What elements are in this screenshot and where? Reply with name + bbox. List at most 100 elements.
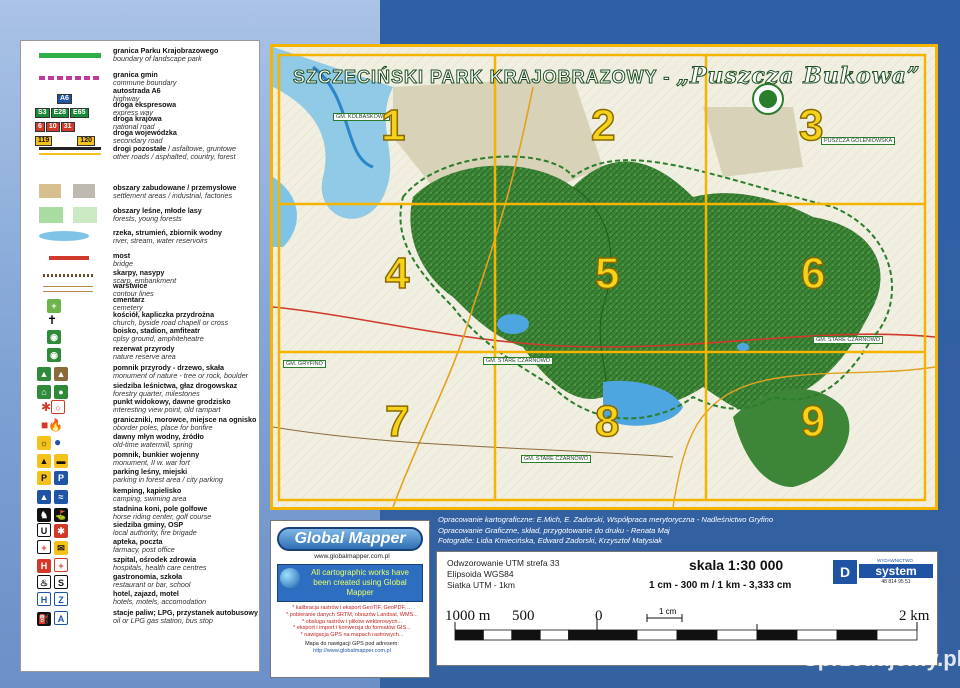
global-mapper-notes: * kalibracja rastrów i eksport GeoTIF, G… xyxy=(279,605,425,655)
legend-label-en: bridge xyxy=(113,259,133,269)
scalebar-segment xyxy=(511,629,541,641)
note-footer: Mapa do nawigacji GPS pod adresem: xyxy=(305,640,399,647)
legend-symbol-icon: ◉ xyxy=(33,327,103,345)
global-mapper-logo[interactable]: Global Mapper xyxy=(277,527,423,551)
sheet-number[interactable]: 6 xyxy=(800,248,826,299)
map-title-script: „Puszcza Bukowa” xyxy=(676,63,921,90)
legend-label-en: boundary of landscape park xyxy=(113,54,202,64)
legend-text: stadnina koni, pole golfowe horse riding … xyxy=(113,504,259,521)
legend-label-en: nature reserve area xyxy=(113,352,176,362)
global-mapper-box: Global Mapper www.globalmapper.com.pl Al… xyxy=(270,520,430,678)
legend-text: hotel, zajazd, motel hotels, motels, acco… xyxy=(113,589,259,607)
legend-label-en: river, stream, water reservoirs xyxy=(113,236,208,246)
sheet-number[interactable]: 7 xyxy=(384,396,410,447)
map-legend: granica Parku Krajobrazowego boundary of … xyxy=(20,40,260,672)
legend-label-en: monument of nature - tree or rock, bould… xyxy=(113,371,249,381)
legend-label-en: old-time watermill, spring xyxy=(113,440,193,450)
note-footer-url[interactable]: http://www.globalmapper.com.pl xyxy=(279,648,425,655)
scalebar-segment xyxy=(716,629,758,641)
sheet-number[interactable]: 9 xyxy=(800,396,826,447)
sheet-number[interactable]: 8 xyxy=(594,396,620,447)
legend-label-en: local authority, fire brigade xyxy=(113,528,197,538)
legend-symbol-icon: PP xyxy=(33,468,103,486)
scalebar-segment xyxy=(483,629,513,641)
legend-text: boisko, stadion, amfiteatr cplsy ground, … xyxy=(113,326,259,343)
scalebar-segment xyxy=(539,629,569,641)
legend-text: punkt widokowy, dawne grodzisko interesti… xyxy=(113,397,259,414)
note-line: * kalibracja rastrów i eksport GeoTIF, G… xyxy=(292,605,412,611)
legend-text: granica gmin commune boundary xyxy=(113,70,259,87)
legend-text: pomnik, bunkier wojenny monument, II w. w… xyxy=(113,450,259,468)
legend-label-en: camping, swiming area xyxy=(113,494,187,504)
legend-text: szpital, ośrodek zdrowia hospitals, healt… xyxy=(113,555,259,573)
sheet-number[interactable]: 2 xyxy=(590,100,616,151)
legend-text: rezerwat przyrody nature reserve area xyxy=(113,344,259,362)
legend-label-en: other roads / asphalted, country, forest xyxy=(113,152,236,162)
legend-symbol-icon xyxy=(33,229,103,247)
map-title-main: SZCZECIŃSKI PARK KRAJOBRAZOWY - xyxy=(292,67,677,88)
legend-symbol-icon: ▲ ≈ xyxy=(33,487,103,505)
legend-symbol-icon: U ✱ xyxy=(33,521,103,539)
scalebar-segment xyxy=(568,629,598,641)
legend-text: droga wojewódzka 119 120secondary road xyxy=(113,128,259,145)
global-mapper-banner: All cartographic works have been created… xyxy=(277,564,423,602)
legend-symbol-icon xyxy=(33,145,103,163)
map-sheet[interactable]: SZCZECIŃSKI PARK KRAJOBRAZOWY - „Puszcza… xyxy=(270,44,938,510)
legend-text: obszary zabudowane / przemysłowe settleme… xyxy=(113,183,259,201)
scalebar-segment xyxy=(454,629,484,641)
legend-text: siedziba leśnictwa, głaz drogowskaz fores… xyxy=(113,381,259,398)
legend-symbol-icon xyxy=(33,252,103,270)
sheet-number[interactable]: 1 xyxy=(380,100,406,151)
legend-text: gastronomia, szkoła restaurant or bar, sc… xyxy=(113,572,259,590)
legend-symbol-icon: ⛽ A xyxy=(33,609,103,627)
legend-text: kościół, kapliczka przydrożna church, bys… xyxy=(113,310,259,327)
credits: Opracowanie kartograficzne: E.Mich, E. Z… xyxy=(438,515,938,547)
legend-label-en: oil or LPG gas station, bus stop xyxy=(113,616,213,626)
legend-text: parking leśny, miejski parking in forest … xyxy=(113,467,259,484)
legend-symbol-icon xyxy=(33,207,103,225)
scalebar-segment xyxy=(796,629,838,641)
legend-symbol-icon: ◉ xyxy=(33,345,103,363)
legend-label-en: hospitals, health care centres xyxy=(113,563,207,573)
place-label: PUSZCZA GOLENIOWSKA xyxy=(821,137,896,145)
note-line: * nawigacja GPS na mapach rastrowych... xyxy=(300,632,404,639)
scalebar-segment xyxy=(756,629,798,641)
note-line: * pobieranie danych SRTM, obrazów Landsa… xyxy=(286,611,418,618)
legend-text: obszary leśne, młode lasy forests, young … xyxy=(113,206,259,224)
legend-label-en: restaurant or bar, school xyxy=(113,580,191,590)
legend-label-en: monument, II w. war fort xyxy=(113,458,190,468)
legend-text: dawny młyn wodny, źródło old-time watermi… xyxy=(113,432,259,450)
scalebar-segment xyxy=(836,629,878,641)
legend-text: rzeka, strumień, zbiornik wodny river, st… xyxy=(113,228,259,246)
legend-label-en: farmacy, post office xyxy=(113,545,175,555)
legend-text: apteka, poczta farmacy, post office xyxy=(113,537,259,555)
legend-label-en: hotels, motels, accomodation xyxy=(113,597,207,607)
legend-text: kemping, kąpielisko camping, swiming area xyxy=(113,486,259,504)
legend-label-en: settlement areas / industrial, factories xyxy=(113,191,233,201)
note-line: * obsługa rastrów i plików wektorowych..… xyxy=(302,618,402,625)
sheet-number[interactable]: 4 xyxy=(384,248,410,299)
place-label: GM. GRYFINO xyxy=(283,360,326,368)
legend-symbol-icon: + ✉ xyxy=(33,538,103,556)
map-title: SZCZECIŃSKI PARK KRAJOBRAZOWY - „Puszcza… xyxy=(292,63,921,90)
legend-text: siedziba gminy, OSP local authority, fire… xyxy=(113,520,259,538)
credit-line: Opracowanie kartograficzne: E.Mich, E. Z… xyxy=(438,515,774,524)
legend-symbol-icon: HZ xyxy=(33,590,103,608)
global-mapper-url[interactable]: www.globalmapper.com.pl xyxy=(279,553,425,560)
note-line: * eksport i import i konwersja do format… xyxy=(293,625,411,632)
legend-symbol-icon: ▲ ▲ xyxy=(33,364,103,382)
scalebar-segment xyxy=(876,629,918,641)
legend-text: drogi pozostałe / asfaltowe, gruntowe oth… xyxy=(113,144,237,162)
sheet-number[interactable]: 5 xyxy=(594,248,620,299)
legend-label-en: oborder poles, place for bonfire xyxy=(113,423,213,433)
legend-symbol-icon xyxy=(33,184,103,202)
legend-symbol-icon xyxy=(33,47,103,65)
place-label: GM. STARE CZARNOWO xyxy=(813,336,884,344)
sheet-number[interactable]: 3 xyxy=(798,100,824,151)
legend-text: most bridge xyxy=(113,251,259,269)
legend-label-en: forests, young forests xyxy=(113,214,182,224)
legend-symbol-icon: ☼ ● xyxy=(33,433,103,451)
legend-symbol-icon: ✱ ○ xyxy=(33,398,103,416)
scalebar-segment xyxy=(676,629,718,641)
legend-text: graniczniki, morowce, miejsce na ognisko… xyxy=(113,415,259,433)
